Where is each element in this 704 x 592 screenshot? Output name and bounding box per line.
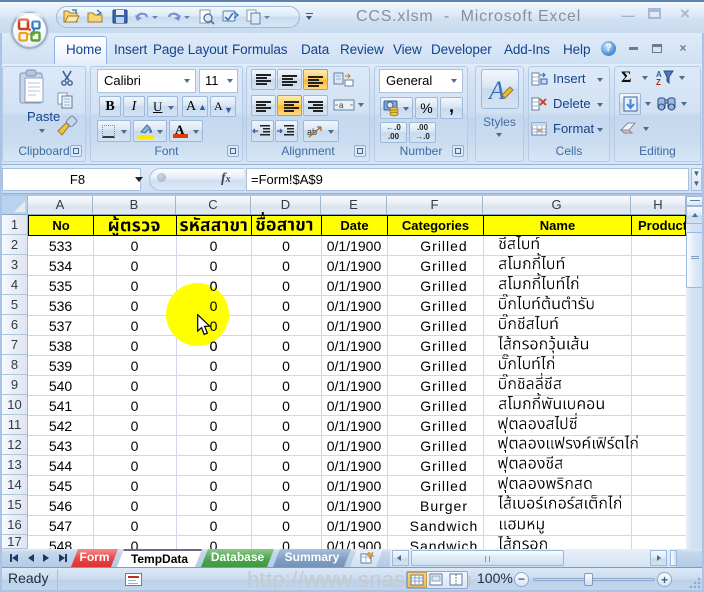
svg-text:A: A (488, 76, 505, 103)
svg-text:Z: Z (656, 78, 661, 86)
svg-text:a: a (339, 101, 344, 110)
